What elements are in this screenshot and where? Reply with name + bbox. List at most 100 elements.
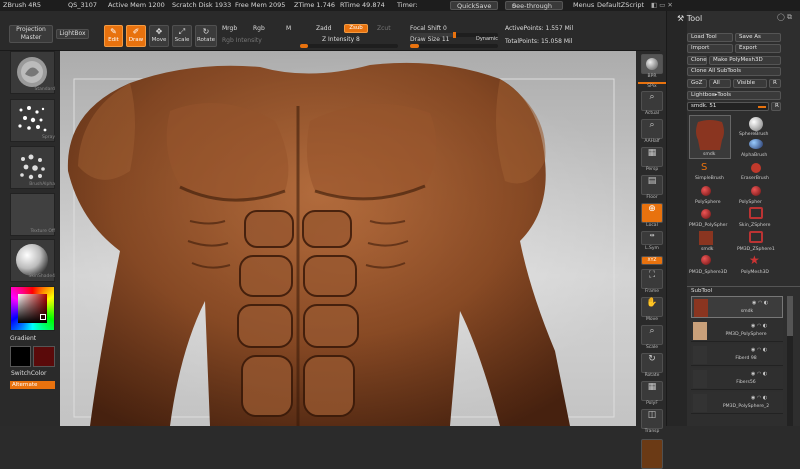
projection-master-button[interactable]: Projection Master (9, 25, 53, 43)
secondary-color-swatch[interactable] (33, 346, 55, 367)
local-button[interactable]: ⊕ (641, 203, 663, 223)
default-zscript[interactable]: DefaultZScript (597, 0, 644, 11)
rotate-view-button[interactable]: ↻ (641, 353, 663, 373)
lightbox-tools-button[interactable]: Lightbox▸Tools (687, 91, 781, 100)
window-controls[interactable]: ◧ ▭ ✕ (651, 0, 673, 11)
polymesh3d-star-icon[interactable]: ★ (749, 253, 760, 267)
gradient-label[interactable]: Gradient (10, 335, 36, 342)
quicksave-button[interactable]: QuickSave (450, 1, 499, 10)
actual-button[interactable]: ⌕ (641, 91, 663, 111)
eraserbrush-icon[interactable] (751, 163, 761, 173)
draw-size-slider[interactable] (410, 44, 498, 48)
pm3d-zsphere-icon[interactable] (749, 231, 763, 243)
transparency-icon: ◫ (647, 410, 657, 420)
subtool-row[interactable]: ◉ ◠ ◐ PM3D_PolySphere_2 (691, 392, 783, 414)
floor-grid-icon: ▤ (647, 176, 657, 186)
spix-slider[interactable]: SPix (638, 82, 666, 89)
rotate-view-label: Rotate (644, 373, 660, 378)
subtool-row[interactable]: ◉ ◠ ◐ Fiberd 98 (691, 344, 783, 366)
goz-button[interactable]: GoZ (687, 79, 707, 88)
subtool-visibility-icon[interactable]: ◉ ◠ ◐ (751, 395, 767, 401)
m-toggle[interactable]: M (286, 25, 291, 32)
main-color-swatch[interactable] (10, 346, 31, 367)
rgb-intensity-label[interactable]: Rgb Intensity (222, 37, 262, 44)
z-intensity-fill (300, 44, 308, 48)
rgb-toggle[interactable]: Rgb (253, 25, 265, 32)
magnifier-icon: ⌕ (649, 92, 655, 102)
subtool-scrollbar[interactable] (787, 296, 793, 426)
color-picker[interactable] (10, 286, 55, 331)
clone-all-subtools-button[interactable]: Clone All SubTools (687, 67, 781, 76)
brush-alpha-caption: BrushAlpha (29, 182, 55, 187)
rotate-view-icon: ↻ (648, 354, 656, 364)
skin-zsphere-icon[interactable] (749, 207, 763, 219)
model-torso[interactable] (60, 51, 636, 426)
focal-shift-handle[interactable] (453, 32, 456, 38)
clone-button[interactable]: Clone (687, 56, 707, 65)
right-tray (666, 11, 687, 426)
bpr-button[interactable] (641, 54, 663, 74)
left-shelf: Standard Spray BrushAlpha Texture Off Sk… (0, 51, 60, 426)
pm3d-sphere3d-icon[interactable] (701, 255, 711, 265)
document-canvas[interactable] (60, 51, 636, 426)
mrgb-toggle[interactable]: Mrgb (222, 25, 237, 32)
make-polymesh-button[interactable]: Make PolyMesh3D (709, 56, 781, 65)
scale-view-button[interactable]: ⌕ (641, 325, 663, 345)
draw-button[interactable]: ✐ Draw (126, 25, 146, 47)
subtool-visibility-icon[interactable]: ◉ ◠ ◐ (751, 371, 767, 377)
perspective-grid-icon: ▦ (647, 148, 657, 158)
lsym-button[interactable]: ⇹ (641, 231, 663, 245)
smdk-small-icon[interactable] (699, 231, 713, 245)
switch-color-button[interactable]: SwitchColor (11, 370, 47, 377)
all-button[interactable]: All (709, 79, 731, 88)
subtool-row[interactable]: ◉ ◠ ◐ smdk (691, 296, 783, 318)
ghost-button[interactable] (641, 439, 663, 469)
visible-button[interactable]: Visible (733, 79, 767, 88)
r-button[interactable]: R (769, 79, 781, 88)
tool-panel-title: ⚒ Tool (677, 14, 703, 23)
zcut-toggle[interactable]: Zcut (377, 25, 391, 32)
scale-button[interactable]: ⤢ Scale (172, 25, 192, 47)
subtool-visibility-icon[interactable]: ◉ ◠ ◐ (751, 323, 767, 329)
subtool-row[interactable]: ◉ ◠ ◐ Fibers56 (691, 368, 783, 390)
polyspher-icon[interactable] (751, 186, 761, 196)
transp-button[interactable]: ◫ (641, 409, 663, 429)
polysphere-icon[interactable] (701, 186, 711, 196)
save-as-button[interactable]: Save As (735, 33, 781, 42)
spherebrush-icon[interactable] (749, 117, 763, 131)
export-button[interactable]: Export (735, 44, 781, 53)
see-through-slider[interactable]: See-through 0 (505, 1, 563, 10)
lightbox-button[interactable]: LightBox (56, 29, 89, 39)
rotate-button[interactable]: ↻ Rotate (195, 25, 217, 47)
subtool-visibility-icon[interactable]: ◉ ◠ ◐ (752, 300, 768, 306)
current-tool-slider[interactable]: smdk. 51 (687, 102, 769, 111)
alternate-button[interactable]: Alternate (10, 381, 55, 389)
import-button[interactable]: Import (687, 44, 733, 53)
floor-button[interactable]: ▤ (641, 175, 663, 195)
load-tool-button[interactable]: Load Tool (687, 33, 733, 42)
tool-r-button[interactable]: R (771, 102, 781, 111)
zsub-toggle[interactable]: Zsub (344, 24, 368, 33)
texture-caption: Texture Off (30, 229, 55, 234)
subtool-visibility-icon[interactable]: ◉ ◠ ◐ (751, 347, 767, 353)
simplebrush-icon[interactable]: S (701, 162, 707, 173)
aahalf-button[interactable]: ⌕ (641, 119, 663, 139)
xyz-button[interactable]: XYZ (641, 256, 663, 265)
move-button[interactable]: ✥ Move (149, 25, 169, 47)
z-intensity-slider[interactable] (300, 44, 398, 48)
polyf-button[interactable]: ▦ (641, 381, 663, 401)
subtool-header[interactable]: SubTool (691, 288, 712, 294)
persp-button[interactable]: ▦ (641, 147, 663, 167)
panel-controls[interactable]: ◯ ⧉ (777, 13, 792, 22)
alphabrush-icon[interactable] (749, 139, 763, 149)
floor-label: Floor (646, 195, 658, 200)
pm3d-polyspher-icon[interactable] (701, 209, 711, 219)
color-cursor[interactable] (40, 314, 46, 320)
subtool-row[interactable]: ◉ ◠ ◐ PM3D_PolySphere (691, 320, 783, 342)
menus-button[interactable]: Menus (573, 0, 594, 11)
frame-button[interactable]: ⛶ (641, 269, 663, 289)
zadd-toggle[interactable]: Zadd (316, 25, 331, 32)
dynamic-toggle[interactable]: Dynamic (476, 36, 498, 42)
move-view-button[interactable]: ✋ (641, 297, 663, 317)
edit-button[interactable]: ✎ Edit (104, 25, 123, 47)
